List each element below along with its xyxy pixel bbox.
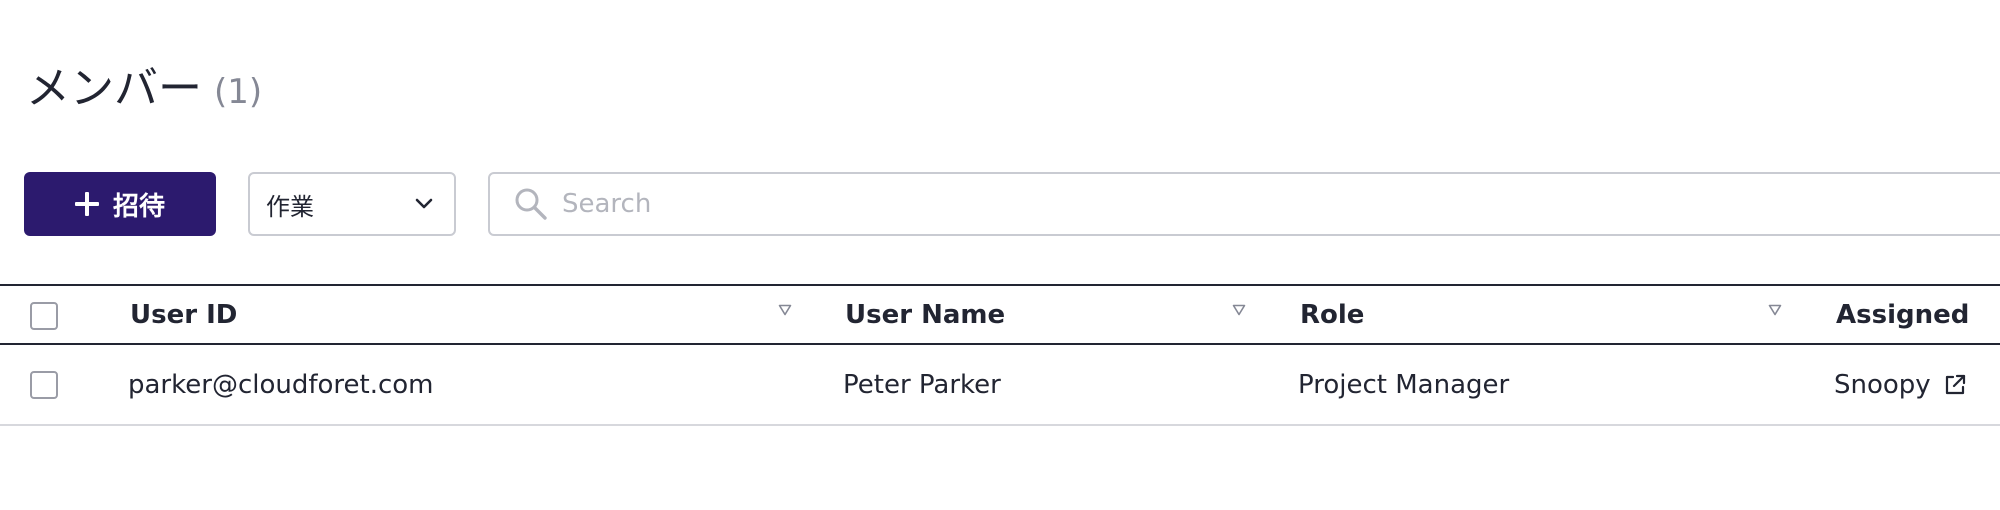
cell-user-name: Peter Parker [843,369,1001,400]
search-icon [515,188,547,220]
search-bar[interactable] [488,172,2000,236]
filter-select[interactable]: 作業 [248,172,456,236]
invite-button-label: 招待 [112,191,165,222]
invite-button[interactable]: 招待 [24,172,216,236]
external-link-icon[interactable] [1941,371,1969,399]
sort-triangle-icon[interactable] [1232,304,1246,316]
members-table: User ID User Name Role Assigned parker@c… [0,284,2000,426]
table-header: User ID User Name Role Assigned [0,284,2000,345]
member-count: (1) [214,72,263,112]
column-header-assigned[interactable]: Assigned [1836,286,1969,343]
cell-assigned: Snoopy [1834,345,1969,424]
search-input[interactable] [562,189,1462,219]
sort-triangle-icon[interactable] [1768,304,1782,316]
table-row[interactable]: parker@cloudforet.com Peter Parker Proje… [0,345,2000,426]
column-header-user-name[interactable]: User Name [845,286,1005,343]
select-all-checkbox[interactable] [30,302,58,330]
row-checkbox[interactable] [30,371,58,399]
assigned-project-link[interactable]: Snoopy [1834,370,1931,400]
cell-role: Project Manager [1298,369,1510,400]
page-header: メンバー (1) [26,52,262,116]
sort-triangle-icon[interactable] [778,304,792,316]
chevron-down-icon [415,198,433,209]
cell-user-id: parker@cloudforet.com [128,369,434,400]
page-title: メンバー [26,63,202,114]
filter-select-value: 作業 [266,192,314,221]
column-header-user-id[interactable]: User ID [130,286,237,343]
column-header-role[interactable]: Role [1300,286,1364,343]
plus-icon [74,192,99,216]
